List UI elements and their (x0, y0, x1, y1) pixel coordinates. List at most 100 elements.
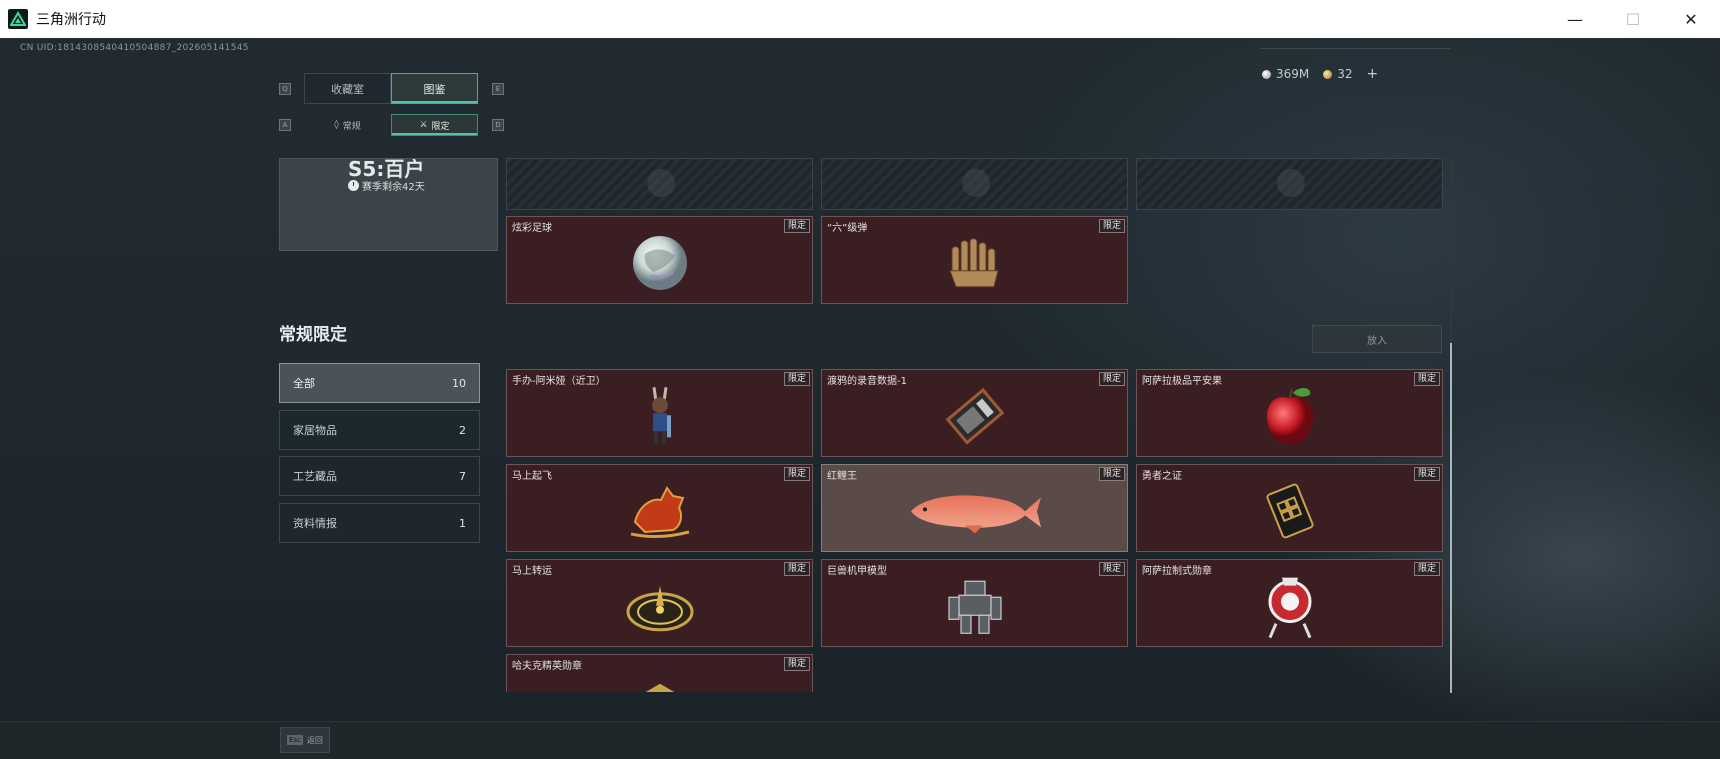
collection-card[interactable]: “六”级弹 限定 (821, 216, 1128, 304)
silver-amount: 369M (1276, 67, 1310, 81)
filter-label: 工艺藏品 (293, 470, 337, 483)
card-name: 巨兽机甲模型 (827, 566, 887, 577)
window-titlebar: 三角洲行动 — ☐ ✕ (0, 0, 1720, 38)
figure-icon (640, 385, 680, 451)
key-hint-q: Q (279, 83, 291, 95)
limited-badge: 限定 (783, 467, 810, 481)
sub-tabs: ◊ 常规 ⚔ 限定 (304, 114, 478, 136)
gold-coin-icon (1323, 70, 1333, 79)
filter-crafts[interactable]: 工艺藏品 7 (279, 456, 480, 496)
game-viewport: CN UID:1814308540410504887_202605141545 … (0, 38, 1720, 759)
card-name: “六”级弹 (827, 223, 868, 234)
collection-card[interactable]: 勇者之证 限定 (1136, 464, 1443, 552)
filter-intel[interactable]: 资料情报 1 (279, 503, 480, 543)
tab-catalog[interactable]: 图鉴 (391, 73, 478, 104)
filter-label: 全部 (293, 377, 315, 390)
esc-key-hint: Esc (287, 735, 303, 745)
card-name: 手办-阿米娅（近卫） (512, 376, 606, 387)
scrollbar-thumb[interactable] (1450, 343, 1452, 693)
collection-card[interactable]: 阿萨拉制式勋章 限定 (1136, 559, 1443, 647)
card-name: 红鲤王 (827, 471, 857, 482)
app-logo-icon (8, 9, 28, 29)
key-hint-d: D (492, 119, 504, 131)
collection-card[interactable]: 巨兽机甲模型 限定 (821, 559, 1128, 647)
flame-icon: ◊ (334, 120, 339, 130)
locked-silhouette-icon (647, 169, 675, 197)
limited-badge: 限定 (1413, 562, 1440, 576)
silver-currency: 369M (1262, 67, 1309, 81)
back-label: 返回 (306, 735, 323, 745)
bottom-bar (0, 721, 1720, 759)
collection-card[interactable]: 炫彩足球 限定 (506, 216, 813, 304)
horse-icon (625, 482, 695, 544)
back-button[interactable]: Esc 返回 (280, 727, 330, 753)
elite-medal-icon (635, 681, 685, 692)
tab-limited[interactable]: ⚔ 限定 (391, 114, 478, 136)
filter-count: 7 (459, 469, 466, 483)
locked-slot (506, 158, 813, 210)
catalog-scroll-area[interactable]: 炫彩足球 限定 “六”级弹 限定 手办-阿米娅（近卫） 限定 渡鸦的录音数据-1… (506, 158, 1446, 692)
bullet-hand-icon (942, 235, 1008, 295)
compass-icon (625, 578, 695, 638)
limited-badge: 限定 (783, 562, 810, 576)
card-badge-icon (1260, 482, 1320, 544)
data-chip-icon (940, 385, 1010, 451)
filter-label: 资料情报 (293, 517, 337, 530)
close-button[interactable]: ✕ (1662, 0, 1720, 38)
clock-icon (348, 180, 359, 191)
currency-bar: 369M 32 + (1262, 64, 1378, 84)
season-remaining: 赛季剩余42天 (348, 178, 425, 193)
window-title: 三角洲行动 (36, 12, 106, 28)
collection-card[interactable]: 马上起飞 限定 (506, 464, 813, 552)
filter-label: 家居物品 (293, 424, 337, 437)
filter-count: 1 (459, 516, 466, 530)
fish-icon (905, 485, 1045, 539)
card-name: 阿萨拉极品平安果 (1142, 376, 1222, 387)
collection-card[interactable]: 手办-阿米娅（近卫） 限定 (506, 369, 813, 457)
limited-badge: 限定 (783, 219, 810, 233)
gold-currency: 32 (1323, 67, 1353, 81)
collection-card-selected[interactable]: 红鲤王 限定 (821, 464, 1128, 552)
collection-card[interactable]: 阿萨拉极品平安果 限定 (1136, 369, 1443, 457)
crossed-swords-icon: ⚔ (419, 120, 428, 130)
limited-badge: 限定 (1413, 467, 1440, 481)
limited-badge: 限定 (783, 657, 810, 671)
collection-card[interactable]: 马上转运 限定 (506, 559, 813, 647)
card-name: 马上转运 (512, 566, 552, 577)
locked-slot (821, 158, 1128, 210)
filter-count: 2 (459, 423, 466, 437)
maximize-button[interactable]: ☐ (1604, 0, 1662, 38)
limited-badge: 限定 (1098, 467, 1125, 481)
collection-card[interactable]: 渡鸦的录音数据-1 限定 (821, 369, 1128, 457)
limited-badge: 限定 (1098, 372, 1125, 386)
put-in-button[interactable]: 放入 (1312, 325, 1442, 353)
mech-icon (943, 575, 1007, 641)
add-currency-button[interactable]: + (1367, 66, 1379, 82)
soccer-ball-icon (631, 234, 689, 296)
collection-card[interactable]: 哈夫克精英勋章 限定 (506, 654, 813, 692)
filter-all[interactable]: 全部 10 (279, 363, 480, 403)
filter-home-items[interactable]: 家居物品 2 (279, 410, 480, 450)
locked-silhouette-icon (962, 169, 990, 197)
card-name: 渡鸦的录音数据-1 (827, 376, 907, 387)
medal-icon (1262, 574, 1318, 644)
key-hint-e: E (492, 83, 504, 95)
uid-label: CN UID:1814308540410504887_202605141545 (20, 43, 249, 53)
key-hint-a: A (279, 119, 291, 131)
section-title: 常规限定 (279, 325, 347, 345)
card-name: 阿萨拉制式勋章 (1142, 566, 1212, 577)
season-remaining-text: 赛季剩余42天 (362, 182, 425, 193)
top-divider (1260, 48, 1450, 49)
limited-badge: 限定 (783, 372, 810, 386)
tab-collection-room[interactable]: 收藏室 (304, 73, 391, 104)
locked-silhouette-icon (1277, 169, 1305, 197)
minimize-button[interactable]: — (1546, 0, 1604, 38)
tab-regular[interactable]: ◊ 常规 (304, 114, 391, 136)
card-name: 勇者之证 (1142, 471, 1182, 482)
apple-icon (1260, 384, 1320, 452)
locked-slot (1136, 158, 1443, 210)
season-card: S5:百户 赛季剩余42天 (279, 158, 498, 251)
limited-badge: 限定 (1098, 562, 1125, 576)
silver-coin-icon (1262, 70, 1271, 79)
limited-badge: 限定 (1413, 372, 1440, 386)
